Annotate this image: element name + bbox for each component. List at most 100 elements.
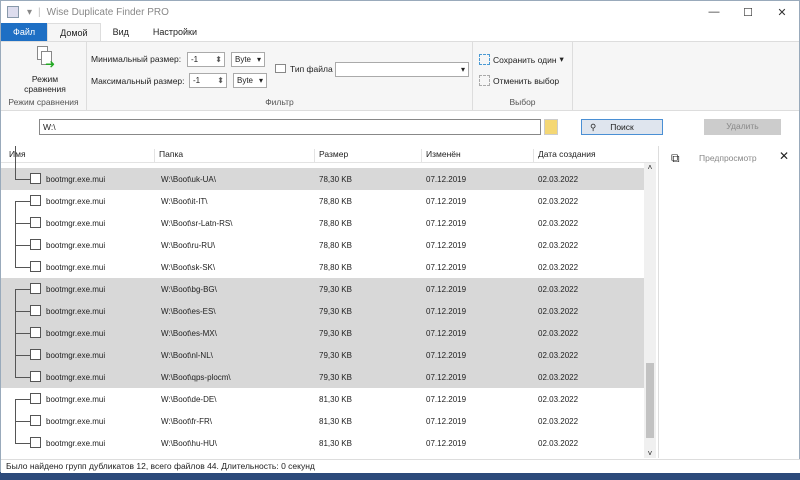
table-row[interactable]: bootmgr.exe.mui W:\Boot\sk-SK\ 78,80 KB 07.… xyxy=(1,256,644,278)
compare-mode-button[interactable]: ➜ Режим сравнения xyxy=(15,46,75,94)
row-checkbox[interactable] xyxy=(30,415,41,426)
max-size-input[interactable]: -1 xyxy=(189,73,227,88)
min-size-input[interactable]: -1 xyxy=(187,52,225,67)
row-checkbox[interactable] xyxy=(30,305,41,316)
table-row[interactable]: bootmgr.exe.mui W:\Boot\sr-Latn-RS\ 78,80 … xyxy=(1,212,644,234)
table-row[interactable]: bootmgr.exe.mui W:\Boot\es-ES\ 79,30 KB 07.… xyxy=(1,300,644,322)
cell-name: bootmgr.exe.mui xyxy=(46,417,106,426)
cell-size: 78,80 KB xyxy=(319,197,352,206)
cell-created: 02.03.2022 xyxy=(538,439,579,448)
row-checkbox[interactable] xyxy=(30,349,41,360)
row-checkbox[interactable] xyxy=(30,217,41,228)
cell-modified: 07.12.2019 xyxy=(426,417,467,426)
delete-button[interactable]: Удалить xyxy=(704,119,781,135)
cell-modified: 07.12.2019 xyxy=(426,219,467,228)
keep-one-button[interactable]: Сохранить один ▾ xyxy=(479,54,564,65)
cell-name: bootmgr.exe.mui xyxy=(46,329,106,338)
table-row[interactable]: bootmgr.exe.mui W:\Boot\it-IT\ 78,80 KB 07.… xyxy=(1,190,644,212)
cell-size: 79,30 KB xyxy=(319,307,352,316)
cell-modified: 07.12.2019 xyxy=(426,307,467,316)
cell-created: 02.03.2022 xyxy=(538,395,579,404)
deselect-label: Отменить выбор xyxy=(493,75,560,86)
app-icon xyxy=(7,6,19,18)
table-row[interactable]: bootmgr.exe.mui W:\Boot\qps-plocm\ 79,30 K… xyxy=(1,366,644,388)
tree-connector xyxy=(15,311,30,312)
row-checkbox[interactable] xyxy=(30,239,41,250)
col-size[interactable]: Размер xyxy=(314,149,348,163)
row-checkbox[interactable] xyxy=(30,327,41,338)
table-row[interactable]: bootmgr.exe.mui W:\Boot\hu-HU\ 81,30 KB 07.… xyxy=(1,432,644,454)
cell-folder: W:\Boot\ru-RU\ xyxy=(161,241,216,250)
cell-name: bootmgr.exe.mui xyxy=(46,439,106,448)
cell-size: 78,80 KB xyxy=(319,241,352,250)
row-checkbox[interactable] xyxy=(30,393,41,404)
scroll-thumb[interactable] xyxy=(646,363,654,438)
preview-toggle-icon[interactable]: ⧉ xyxy=(671,151,680,166)
compare-mode-label: Режим сравнения xyxy=(24,74,66,94)
tab-home[interactable]: Домой xyxy=(47,23,101,41)
results-table: Имя Папка Размер Изменён Дата создания b… xyxy=(1,146,656,458)
cell-created: 02.03.2022 xyxy=(538,417,579,426)
table-header: Имя Папка Размер Изменён Дата создания xyxy=(1,146,656,163)
table-row[interactable]: bootmgr.exe.mui W:\Boot\es-MX\ 79,30 KB 07.… xyxy=(1,322,644,344)
deselect-button[interactable]: Отменить выбор xyxy=(479,75,559,86)
minimize-button[interactable]: — xyxy=(697,1,731,23)
table-row[interactable]: bootmgr.exe.mui W:\Boot\bg-BG\ 79,30 KB 07.… xyxy=(1,278,644,300)
row-checkbox[interactable] xyxy=(30,283,41,294)
row-checkbox[interactable] xyxy=(30,437,41,448)
row-checkbox[interactable] xyxy=(30,371,41,382)
maximize-button[interactable]: ☐ xyxy=(731,1,765,23)
browse-folder-button[interactable] xyxy=(544,119,558,135)
col-created[interactable]: Дата создания xyxy=(533,149,596,163)
app-window: ▾ | Wise Duplicate Finder PRO — ☐ ✕ Файл… xyxy=(0,0,800,473)
filter-group: Минимальный размер: -1 Byte Максимальный… xyxy=(87,42,473,110)
cell-name: bootmgr.exe.mui xyxy=(46,395,106,404)
cell-folder: W:\Boot\es-ES\ xyxy=(161,307,216,316)
vertical-scrollbar[interactable]: ˄ ˅ xyxy=(644,163,656,458)
file-type-icon xyxy=(275,64,286,73)
tree-group-line xyxy=(15,146,16,179)
cell-name: bootmgr.exe.mui xyxy=(46,373,106,382)
tab-view[interactable]: Вид xyxy=(101,23,141,41)
table-row[interactable]: bootmgr.exe.mui W:\Boot\ru-RU\ 78,80 KB 07.… xyxy=(1,234,644,256)
row-checkbox[interactable] xyxy=(30,261,41,272)
search-button-label: Поиск xyxy=(610,122,634,132)
quick-access-dropdown-icon[interactable]: ▾ xyxy=(27,7,32,18)
col-folder[interactable]: Папка xyxy=(154,149,183,163)
table-row[interactable]: bootmgr.exe.mui W:\Boot\uk-UA\ 78,30 KB 07.… xyxy=(1,168,644,190)
cell-folder: W:\Boot\nl-NL\ xyxy=(161,351,213,360)
cell-modified: 07.12.2019 xyxy=(426,439,467,448)
cell-size: 79,30 KB xyxy=(319,329,352,338)
close-preview-icon[interactable]: ✕ xyxy=(779,149,789,163)
preview-panel: ⧉ Предпросмотр ✕ xyxy=(658,146,800,458)
cell-modified: 07.12.2019 xyxy=(426,197,467,206)
file-type-select[interactable] xyxy=(335,62,469,77)
table-row[interactable]: bootmgr.exe.mui W:\Boot\nl-NL\ 79,30 KB 07.… xyxy=(1,344,644,366)
max-unit-select[interactable]: Byte xyxy=(233,73,267,88)
min-unit-select[interactable]: Byte xyxy=(231,52,265,67)
table-row[interactable]: bootmgr.exe.mui W:\Boot\de-DE\ 81,30 KB 07.… xyxy=(1,388,644,410)
keep-one-icon xyxy=(479,54,490,65)
cell-created: 02.03.2022 xyxy=(538,329,579,338)
row-checkbox[interactable] xyxy=(30,173,41,184)
cell-folder: W:\Boot\uk-UA\ xyxy=(161,175,216,184)
filter-group-label: Фильтр xyxy=(265,97,294,107)
path-input[interactable]: W:\ xyxy=(39,119,541,135)
row-checkbox[interactable] xyxy=(30,195,41,206)
tree-connector xyxy=(15,223,30,224)
scroll-down-icon[interactable]: ˅ xyxy=(644,449,656,458)
close-button[interactable]: ✕ xyxy=(765,1,799,23)
table-row[interactable]: bootmgr.exe.mui W:\Boot\fr-FR\ 81,30 KB 07.… xyxy=(1,410,644,432)
search-icon: ⚲ xyxy=(590,122,597,132)
cell-size: 81,30 KB xyxy=(319,439,352,448)
tab-file[interactable]: Файл xyxy=(1,23,48,41)
cell-folder: W:\Boot\de-DE\ xyxy=(161,395,217,404)
scroll-up-icon[interactable]: ˄ xyxy=(644,163,656,172)
col-modified[interactable]: Изменён xyxy=(421,149,461,163)
cell-modified: 07.12.2019 xyxy=(426,241,467,250)
search-button[interactable]: ⚲ Поиск xyxy=(581,119,663,135)
cell-name: bootmgr.exe.mui xyxy=(46,263,106,272)
cell-size: 81,30 KB xyxy=(319,417,352,426)
tab-settings[interactable]: Настройки xyxy=(141,23,209,41)
cell-created: 02.03.2022 xyxy=(538,263,579,272)
